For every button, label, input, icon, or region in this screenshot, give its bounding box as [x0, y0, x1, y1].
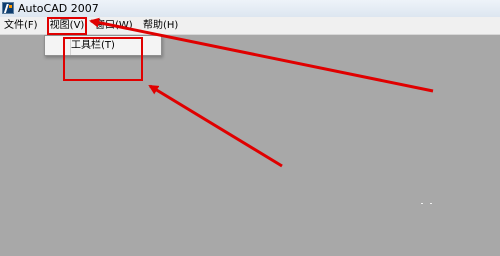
menu-file[interactable]: 文件(F)	[4, 18, 40, 34]
workspace-speck	[430, 203, 432, 204]
menu-window[interactable]: 窗口(W)	[95, 18, 133, 34]
window-title: AutoCAD 2007	[18, 2, 99, 15]
toolbar-menu-item[interactable]: 工具栏(T)	[71, 39, 115, 53]
autocad-app-icon	[2, 2, 14, 14]
menu-view[interactable]: 视图(V)	[47, 17, 87, 35]
drawing-workspace[interactable]	[0, 35, 500, 256]
menu-bar: 文件(F) 视图(V) 窗口(W) 帮助(H)	[0, 17, 500, 35]
title-bar: AutoCAD 2007	[0, 0, 500, 17]
menu-help[interactable]: 帮助(H)	[143, 18, 181, 34]
workspace-speck	[421, 203, 423, 204]
autocad-window: AutoCAD 2007 文件(F) 视图(V) 窗口(W) 帮助(H) 工具栏…	[0, 0, 500, 256]
view-menu-dropdown: 工具栏(T)	[44, 35, 162, 56]
